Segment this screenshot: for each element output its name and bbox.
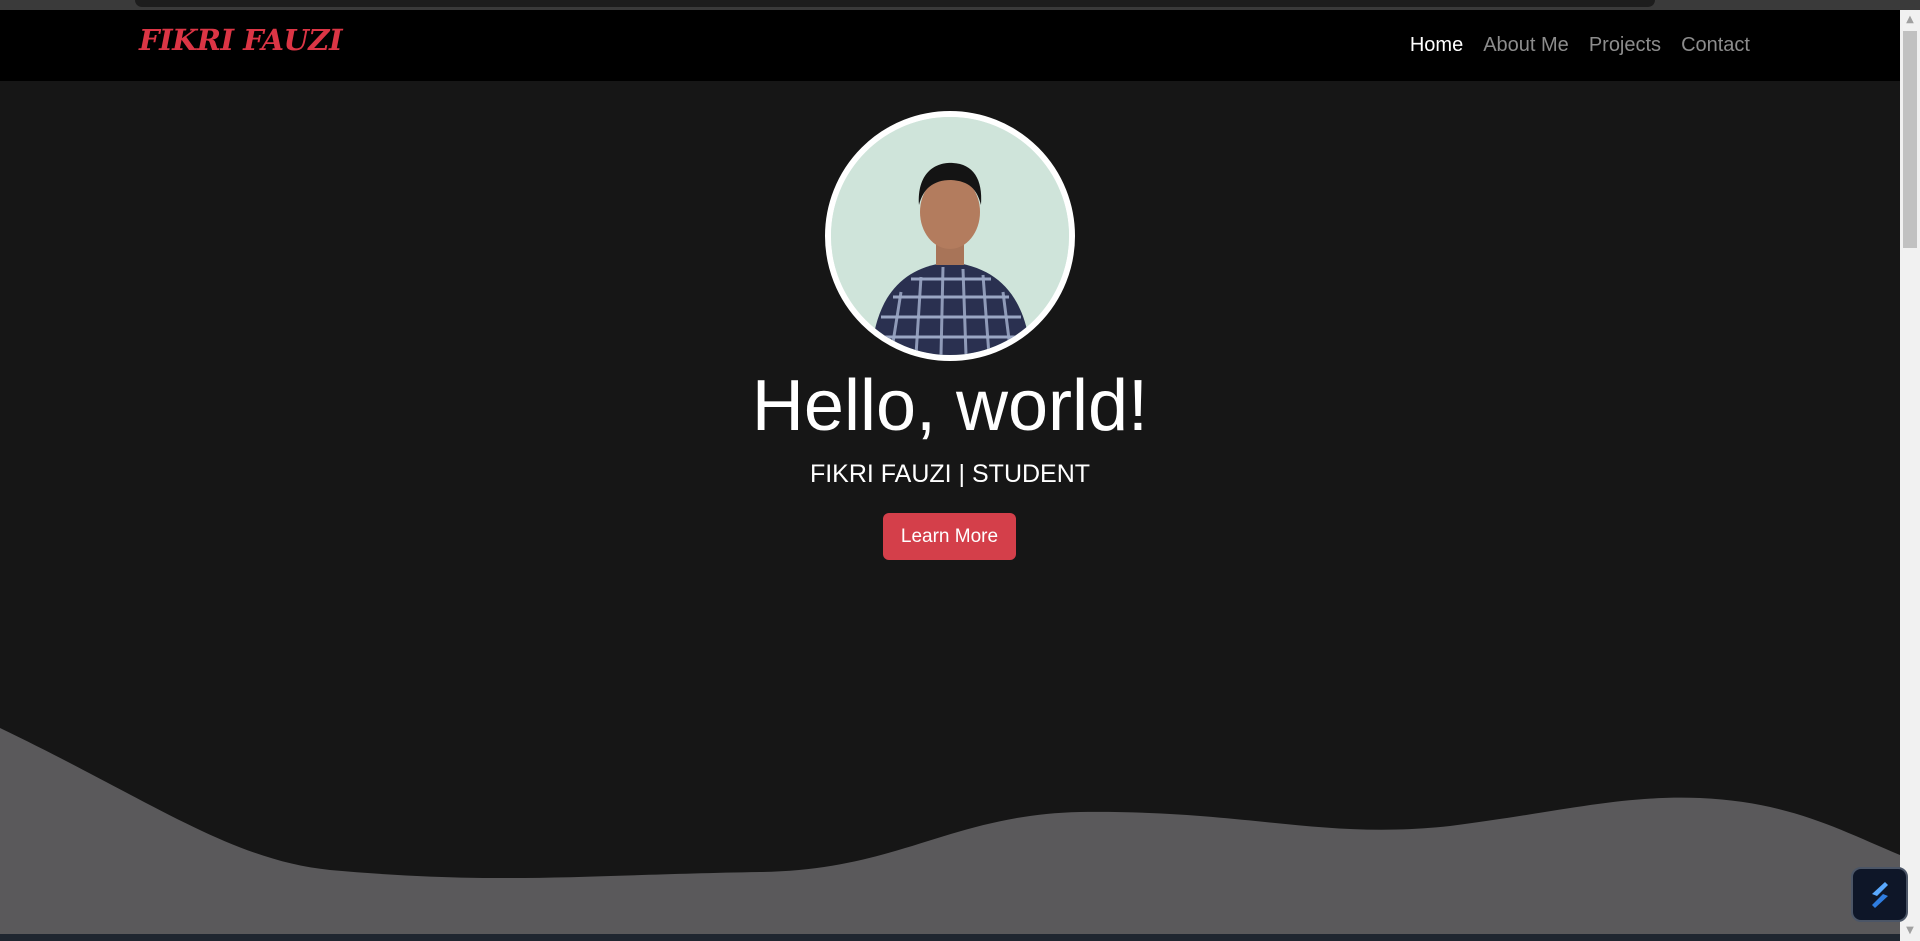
hero-subtitle: FIKRI FAUZI | STUDENT bbox=[809, 460, 1091, 488]
vertical-scrollbar[interactable]: ▲ ▼ bbox=[1900, 10, 1920, 941]
nav-contact[interactable]: Contact bbox=[1681, 34, 1750, 57]
nav-about-me[interactable]: About Me bbox=[1483, 34, 1569, 57]
nav-home[interactable]: Home bbox=[1410, 34, 1463, 57]
learn-more-button[interactable]: Learn More bbox=[883, 513, 1016, 560]
nav-projects[interactable]: Projects bbox=[1589, 34, 1661, 57]
floating-widget-button[interactable] bbox=[1851, 867, 1908, 922]
browser-tab-strip bbox=[135, 0, 1655, 7]
nav-links: Home About Me Projects Contact bbox=[1410, 34, 1750, 57]
navbar: FIKRI FAUZI Home About Me Projects Conta… bbox=[0, 10, 1900, 81]
scroll-thumb[interactable] bbox=[1903, 31, 1917, 248]
hero-section: Hello, world! FIKRI FAUZI | STUDENT Lear… bbox=[0, 81, 1900, 941]
profile-photo-icon bbox=[831, 117, 1069, 355]
scroll-down-arrow-icon[interactable]: ▼ bbox=[1900, 923, 1920, 939]
scroll-up-arrow-icon[interactable]: ▲ bbox=[1900, 12, 1920, 28]
profile-avatar bbox=[825, 111, 1075, 361]
lightning-logo-icon bbox=[1871, 881, 1888, 908]
brand-logo[interactable]: FIKRI FAUZI bbox=[139, 23, 343, 57]
bottom-taskbar-edge bbox=[0, 934, 1900, 941]
browser-top-edge bbox=[0, 0, 1920, 10]
hero-heading: Hello, world! bbox=[751, 366, 1149, 446]
